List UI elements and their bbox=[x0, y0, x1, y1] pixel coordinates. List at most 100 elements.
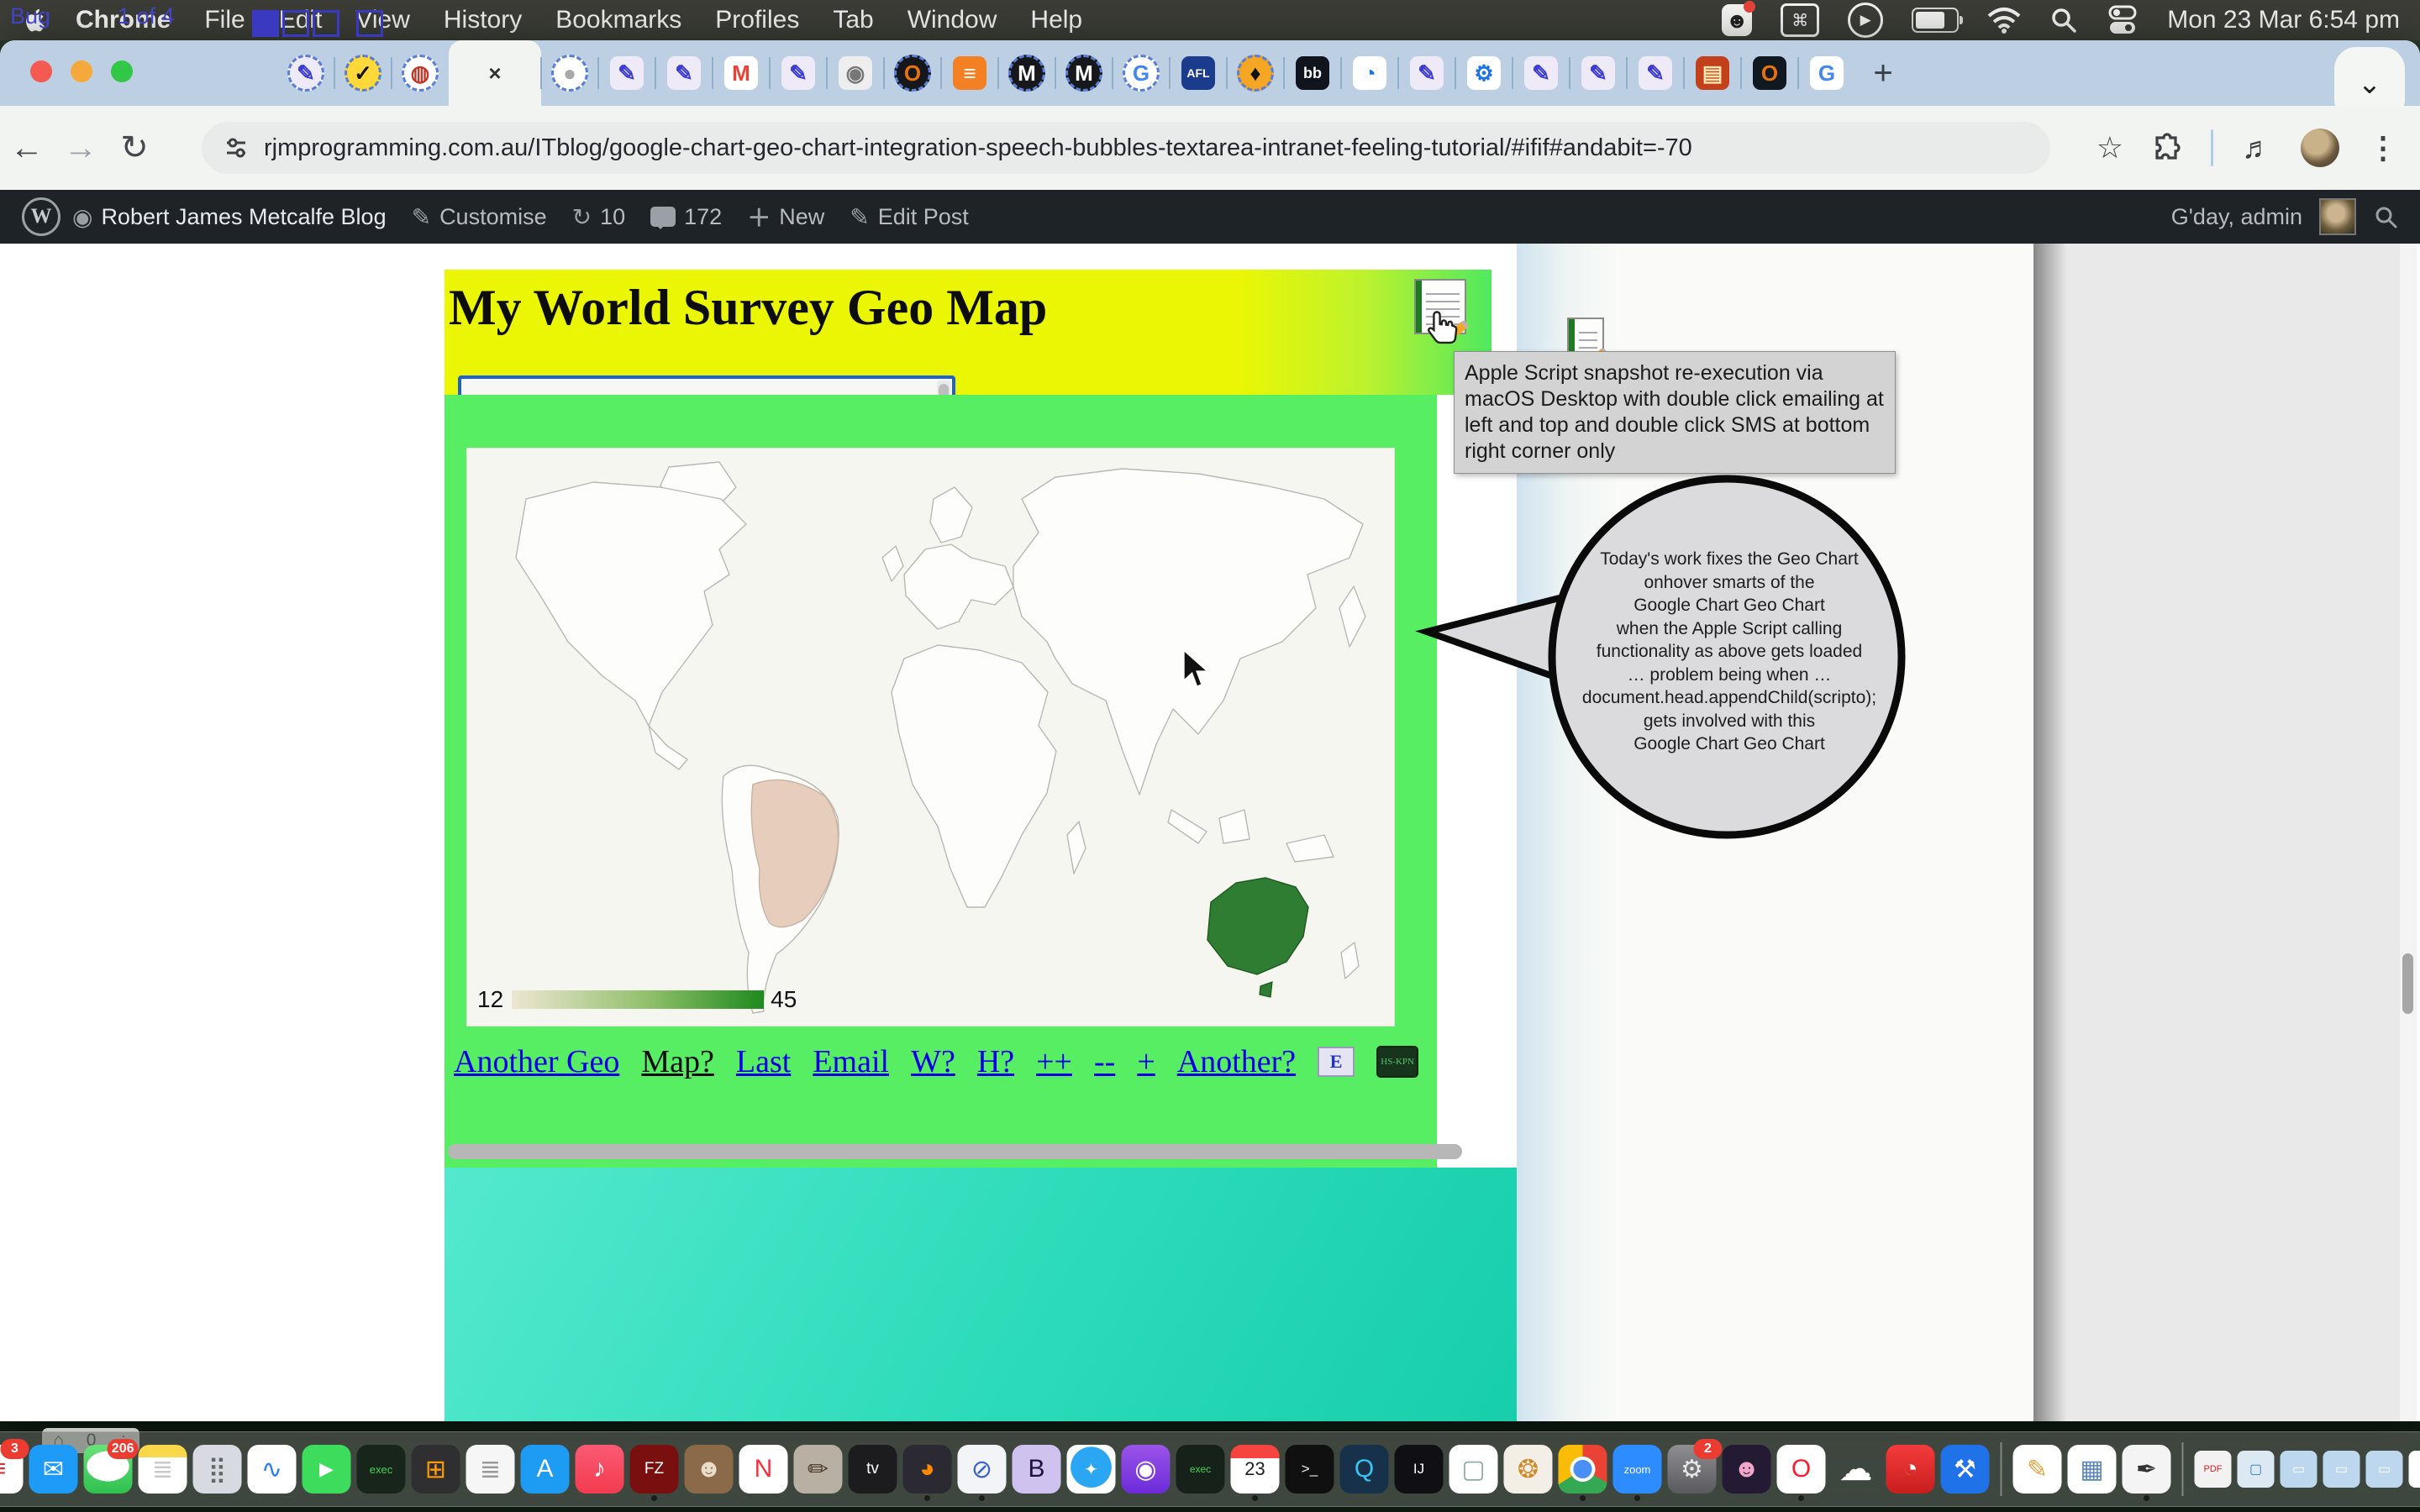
extensions-icon[interactable] bbox=[2152, 133, 2182, 163]
dock-opera[interactable]: O bbox=[1777, 1445, 1826, 1494]
wifi-icon[interactable] bbox=[1987, 4, 2021, 36]
spotlight-search-icon[interactable] bbox=[2049, 4, 2078, 36]
dock-terminal-exec-2[interactable]: exec bbox=[1176, 1445, 1225, 1494]
dock-photo-ink-app[interactable]: ▦ bbox=[2068, 1445, 2117, 1494]
menu-tab[interactable]: Tab bbox=[833, 6, 873, 34]
dock-launchpad[interactable]: ⣿ bbox=[193, 1445, 242, 1494]
customise-menu[interactable]: ✎ Customise bbox=[412, 203, 547, 231]
close-window-button[interactable] bbox=[30, 60, 52, 82]
vertical-scrollbar[interactable] bbox=[2400, 244, 2417, 1421]
updates-menu[interactable]: ↻ 10 bbox=[572, 203, 626, 231]
dock-quicktime[interactable]: Q bbox=[1340, 1445, 1389, 1494]
tab-yellow-bird[interactable]: ♦ bbox=[1227, 40, 1284, 106]
dock-intellij[interactable]: IJ bbox=[1395, 1445, 1444, 1494]
dock-finder-window-min-1[interactable]: ▭ bbox=[2281, 1451, 2317, 1488]
greeting-text[interactable]: G'day, admin bbox=[2171, 204, 2302, 230]
back-button[interactable]: ← bbox=[0, 129, 54, 167]
tab-check-task[interactable]: ✓ bbox=[334, 40, 392, 106]
dock-finder-window-min-3[interactable]: ▭ bbox=[2366, 1451, 2403, 1488]
tab-chart-pencil-7[interactable]: ✎ bbox=[1627, 40, 1684, 106]
dock-xcode[interactable]: ⚒ bbox=[1941, 1445, 1990, 1494]
dock-podcasts[interactable]: ◉ bbox=[1122, 1445, 1171, 1494]
dock-facetime[interactable]: ▶ bbox=[302, 1445, 351, 1494]
dock-firefox[interactable]: ◕ bbox=[903, 1445, 952, 1494]
new-tab-button[interactable]: + bbox=[1862, 52, 1904, 94]
link-last[interactable]: Last bbox=[736, 1043, 791, 1080]
keyboard-window-status-icon[interactable]: ⌘ bbox=[1781, 3, 1819, 37]
dock-apple-tv[interactable]: tv bbox=[849, 1445, 897, 1494]
dock-music[interactable]: ♪ bbox=[576, 1445, 624, 1494]
dock-zoom[interactable]: zoom bbox=[1613, 1445, 1662, 1494]
tab-gray-circle[interactable]: ● bbox=[541, 40, 598, 106]
dock-libreoffice[interactable]: ▢ bbox=[1449, 1445, 1498, 1494]
email-icon[interactable]: E bbox=[1318, 1047, 1355, 1077]
dock-gimp[interactable]: ✏ bbox=[794, 1445, 843, 1494]
zoom-window-button[interactable] bbox=[111, 60, 133, 82]
tab-current-geo-chart[interactable]: × bbox=[449, 40, 541, 106]
dock-messages[interactable]: 206 bbox=[84, 1445, 133, 1494]
geo-chart[interactable]: 12 45 bbox=[466, 448, 1395, 1026]
battery-icon[interactable] bbox=[1912, 8, 1959, 33]
dock-terminal-dark[interactable]: >_ bbox=[1286, 1445, 1334, 1494]
tab-chart-pencil-1[interactable]: ✎ bbox=[598, 40, 655, 106]
play-status-icon[interactable]: ▶ bbox=[1848, 3, 1883, 38]
admin-search-icon[interactable] bbox=[2373, 204, 2398, 229]
dock-system-settings[interactable]: ⚙2 bbox=[1668, 1445, 1717, 1494]
bookmark-star-icon[interactable]: ☆ bbox=[2096, 130, 2123, 165]
tab-google[interactable]: G bbox=[1113, 40, 1170, 106]
menubar-clock[interactable]: Mon 23 Mar 6:54 pm bbox=[2167, 6, 2400, 34]
tab-chart-pencil-3[interactable]: ✎ bbox=[770, 40, 827, 106]
dock-speed-gauge[interactable]: ◔ bbox=[1886, 1445, 1935, 1494]
dock-calculator[interactable]: ⊞ bbox=[412, 1445, 460, 1494]
meeting-app-status-icon[interactable]: ☻ bbox=[1722, 4, 1752, 36]
dock-app-tamer[interactable]: ⊘ bbox=[958, 1445, 1007, 1494]
new-content-menu[interactable]: ＋ New bbox=[747, 200, 824, 234]
link-another[interactable]: Another? bbox=[1177, 1043, 1296, 1080]
intranet-screen-icon[interactable]: HS-KPN bbox=[1376, 1046, 1418, 1078]
tab-stack-overflow[interactable]: ≡ bbox=[941, 40, 998, 106]
site-settings-icon[interactable] bbox=[224, 135, 249, 160]
dock-reminders[interactable]: ≡3 bbox=[0, 1445, 24, 1494]
tab-afl[interactable]: AFL bbox=[1170, 40, 1227, 106]
reload-button[interactable]: ↻ bbox=[108, 129, 161, 167]
dock-mail[interactable]: ✉ bbox=[29, 1445, 78, 1494]
comments-menu[interactable]: 172 bbox=[650, 204, 722, 230]
menu-bookmarks[interactable]: Bookmarks bbox=[555, 6, 681, 34]
dock-chrome-window-min[interactable]: ◉ bbox=[2409, 1451, 2420, 1488]
tab-gmail[interactable]: M bbox=[713, 40, 770, 106]
omnibox[interactable]: rjmprogramming.com.au/ITblog/google-char… bbox=[202, 122, 2050, 174]
link-another-geo[interactable]: Another Geo bbox=[454, 1043, 619, 1080]
dock-news[interactable]: N bbox=[739, 1445, 788, 1494]
tab-chromium-gray[interactable]: ◉ bbox=[827, 40, 884, 106]
menu-profiles[interactable]: Profiles bbox=[715, 6, 799, 34]
media-playlist-icon[interactable]: ♬ bbox=[2242, 130, 2272, 165]
dock-app-store[interactable]: A bbox=[521, 1445, 570, 1494]
forward-button[interactable]: → bbox=[54, 129, 108, 167]
admin-avatar[interactable] bbox=[2319, 198, 2356, 235]
dock-notes[interactable]: ≣ bbox=[139, 1445, 187, 1494]
dock-chrome[interactable] bbox=[1559, 1445, 1607, 1494]
tab-geo-chart-1[interactable]: ✎ bbox=[277, 40, 334, 106]
edit-post-menu[interactable]: ✎ Edit Post bbox=[850, 203, 969, 231]
link-h[interactable]: H? bbox=[977, 1043, 1014, 1080]
menu-file[interactable]: File bbox=[204, 6, 245, 34]
menu-help[interactable]: Help bbox=[1030, 6, 1082, 34]
tab-chart-pencil-6[interactable]: ✎ bbox=[1570, 40, 1627, 106]
tab-chart-pencil-4[interactable]: ✎ bbox=[1398, 40, 1455, 106]
dock-safari[interactable]: ✦ bbox=[1067, 1445, 1116, 1494]
minimize-window-button[interactable] bbox=[71, 60, 92, 82]
dock-finder-window-min-2[interactable]: ▭ bbox=[2323, 1451, 2360, 1488]
link-[interactable]: + bbox=[1137, 1043, 1155, 1080]
tab-settings-gear[interactable]: ⚙ bbox=[1455, 40, 1512, 106]
dock-filezilla[interactable]: FZ bbox=[630, 1445, 679, 1494]
link-map[interactable]: Map? bbox=[641, 1043, 714, 1080]
dock-paint-palette[interactable]: ❂ bbox=[1504, 1445, 1553, 1494]
dock-pdf-document[interactable]: PDF bbox=[2195, 1451, 2232, 1488]
link-[interactable]: ++ bbox=[1036, 1043, 1072, 1080]
horizontal-scrollbar[interactable] bbox=[448, 1144, 1462, 1159]
link-email[interactable]: Email bbox=[813, 1043, 889, 1080]
tab-google-2[interactable]: G bbox=[1798, 40, 1855, 106]
wordpress-logo-icon[interactable]: W bbox=[22, 197, 60, 236]
dock-contacts[interactable]: ☻ bbox=[685, 1445, 734, 1494]
link-[interactable]: -- bbox=[1094, 1043, 1115, 1080]
